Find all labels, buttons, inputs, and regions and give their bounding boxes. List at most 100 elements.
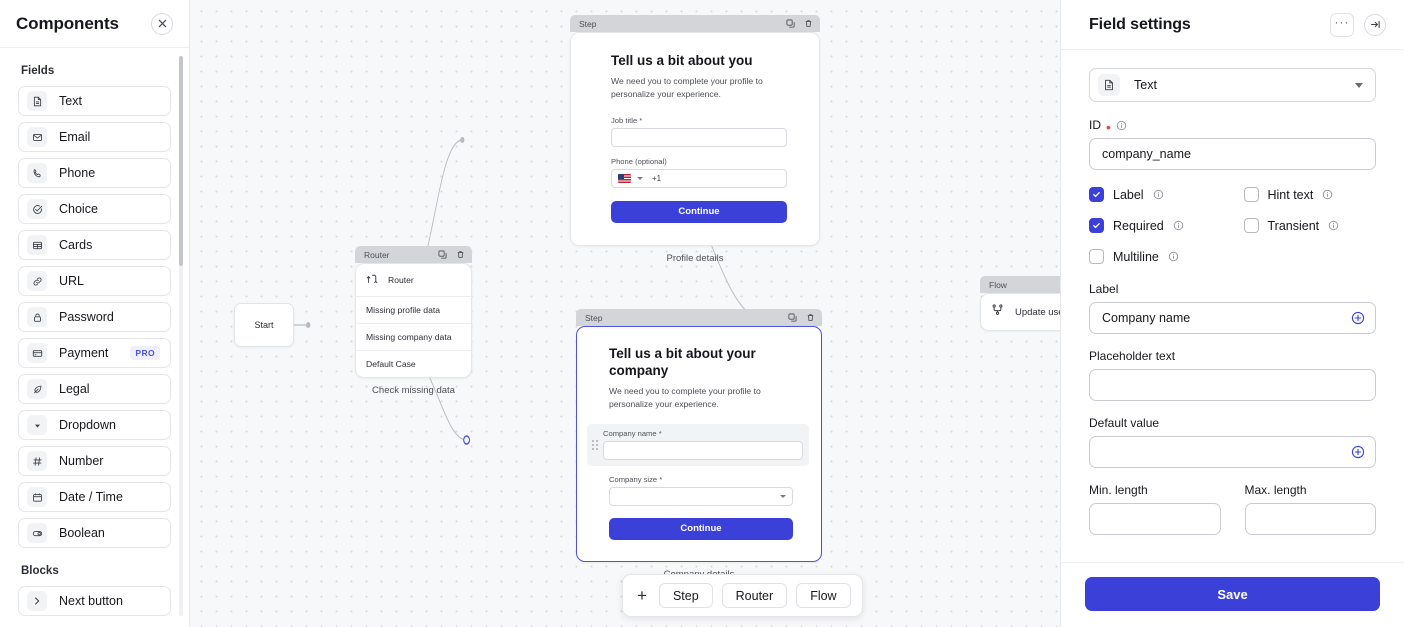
- id-input[interactable]: [1089, 138, 1376, 170]
- duplicate-icon[interactable]: [438, 250, 447, 259]
- step-node-caption: Profile details: [570, 253, 820, 264]
- step-node-company[interactable]: Step Tell us a bit about your company We…: [576, 309, 822, 580]
- info-icon[interactable]: [1173, 220, 1184, 231]
- placeholder-field-label: Placeholder text: [1089, 349, 1376, 363]
- checkbox-label: Label: [1113, 188, 1144, 202]
- credit-card-icon: [27, 343, 47, 363]
- ellipsis-icon[interactable]: ···: [1330, 13, 1354, 37]
- delete-icon[interactable]: [804, 19, 813, 28]
- add-variable-icon[interactable]: [1351, 445, 1365, 459]
- flow-icon: [991, 303, 1004, 321]
- job-title-input[interactable]: [611, 128, 787, 147]
- label-checkbox[interactable]: [1089, 187, 1104, 202]
- delete-icon[interactable]: [456, 250, 465, 259]
- toggle-icon: [27, 523, 47, 543]
- duplicate-icon[interactable]: [788, 313, 797, 322]
- info-icon[interactable]: [1153, 189, 1164, 200]
- sidebar-scrollbar-thumb[interactable]: [179, 56, 183, 266]
- router-case-row[interactable]: Missing profile data: [356, 296, 471, 323]
- router-node-body: Router Missing profile data Missing comp…: [355, 263, 472, 378]
- sidebar-item-date-time[interactable]: Date / Time: [18, 482, 171, 512]
- checkbox-row-label[interactable]: Label: [1089, 187, 1222, 202]
- duplicate-icon[interactable]: [786, 19, 795, 28]
- flow-node-label: Update user_met: [1015, 307, 1060, 318]
- min-length-group: Min. length: [1089, 483, 1221, 535]
- sidebar-item-password[interactable]: Password: [18, 302, 171, 332]
- form-subtext: We need you to complete your profile to …: [611, 75, 787, 101]
- company-size-select[interactable]: [609, 487, 793, 506]
- router-case-row[interactable]: Missing company data: [356, 323, 471, 350]
- add-flow-button[interactable]: Flow: [796, 583, 850, 608]
- info-icon[interactable]: [1116, 120, 1127, 131]
- table-icon: [27, 235, 47, 255]
- save-button[interactable]: Save: [1085, 577, 1380, 611]
- sidebar-item-next-button[interactable]: Next button: [18, 586, 171, 616]
- transient-checkbox[interactable]: [1244, 218, 1259, 233]
- lock-icon: [27, 307, 47, 327]
- sidebar-item-dropdown[interactable]: Dropdown: [18, 410, 171, 440]
- add-node-toolbar: + Step Router Flow: [622, 574, 863, 617]
- sidebar-item-text[interactable]: Text: [18, 86, 171, 116]
- hint-text-checkbox[interactable]: [1244, 187, 1259, 202]
- sidebar-item-choice[interactable]: Choice: [18, 194, 171, 224]
- placeholder-input[interactable]: [1089, 369, 1376, 401]
- close-icon[interactable]: [151, 13, 173, 35]
- chevron-down-icon[interactable]: [637, 177, 643, 180]
- envelope-icon: [27, 127, 47, 147]
- multiline-checkbox[interactable]: [1089, 249, 1104, 264]
- label-input[interactable]: [1089, 302, 1376, 334]
- add-variable-icon[interactable]: [1351, 311, 1365, 325]
- calendar-icon: [27, 487, 47, 507]
- link-icon: [27, 271, 47, 291]
- continue-button[interactable]: Continue: [609, 518, 793, 540]
- sidebar-item-payment[interactable]: Payment PRO: [18, 338, 171, 368]
- checkbox-row-multiline[interactable]: Multiline: [1089, 249, 1222, 264]
- flow-node[interactable]: Flow Update user_met: [980, 276, 1060, 331]
- max-length-input[interactable]: [1245, 503, 1377, 535]
- step-node-profile[interactable]: Step Tell us a bit about you We need you…: [570, 15, 820, 264]
- sidebar-group-title-blocks: Blocks: [21, 565, 171, 577]
- form-field-company-size: Company size *: [609, 475, 793, 506]
- field-type-select[interactable]: Text: [1089, 68, 1376, 102]
- sidebar-item-email[interactable]: Email: [18, 122, 171, 152]
- delete-icon[interactable]: [806, 313, 815, 322]
- default-value-input[interactable]: [1089, 436, 1376, 468]
- sidebar-item-legal[interactable]: Legal: [18, 374, 171, 404]
- min-length-input[interactable]: [1089, 503, 1221, 535]
- info-icon[interactable]: [1168, 251, 1179, 262]
- hash-icon: [27, 451, 47, 471]
- step-node-bar: Step: [570, 15, 820, 32]
- sidebar-item-url[interactable]: URL: [18, 266, 171, 296]
- sidebar-scroll-area: Fields Text Email Phone: [0, 48, 189, 627]
- router-node[interactable]: Router Router Missing profi: [355, 246, 472, 396]
- add-router-button[interactable]: Router: [722, 583, 788, 608]
- sidebar-item-cards[interactable]: Cards: [18, 230, 171, 260]
- drag-handle-icon[interactable]: [592, 440, 598, 450]
- start-node[interactable]: Start: [234, 303, 294, 347]
- checkbox-row-required[interactable]: Required: [1089, 218, 1222, 233]
- info-icon[interactable]: [1328, 220, 1339, 231]
- form-field-company-name[interactable]: Company name *: [587, 424, 809, 466]
- checkbox-row-transient[interactable]: Transient: [1244, 218, 1377, 233]
- sidebar-item-phone[interactable]: Phone: [18, 158, 171, 188]
- phone-input[interactable]: +1: [611, 169, 787, 188]
- flow-canvas[interactable]: Start Router: [190, 0, 1060, 627]
- continue-button[interactable]: Continue: [611, 201, 787, 223]
- add-step-button[interactable]: Step: [659, 583, 713, 608]
- sidebar-item-label: Cards: [59, 238, 162, 252]
- sidebar-item-number[interactable]: Number: [18, 446, 171, 476]
- page-title: Field settings: [1089, 16, 1191, 34]
- info-icon[interactable]: [1322, 189, 1333, 200]
- required-checkbox[interactable]: [1089, 218, 1104, 233]
- chevron-down-icon[interactable]: [780, 495, 786, 498]
- add-icon[interactable]: +: [634, 587, 650, 604]
- field-label: Job title *: [611, 116, 787, 125]
- router-case-row[interactable]: Default Case: [356, 350, 471, 377]
- checkbox-row-hint-text[interactable]: Hint text: [1244, 187, 1377, 202]
- company-name-input[interactable]: [603, 441, 803, 460]
- sidebar-item-boolean[interactable]: Boolean: [18, 518, 171, 548]
- chevron-down-icon[interactable]: [1355, 83, 1363, 88]
- collapse-right-icon[interactable]: [1364, 14, 1386, 36]
- start-node-body[interactable]: Start: [234, 303, 294, 347]
- step-node-body: Tell us a bit about your company We need…: [576, 326, 822, 562]
